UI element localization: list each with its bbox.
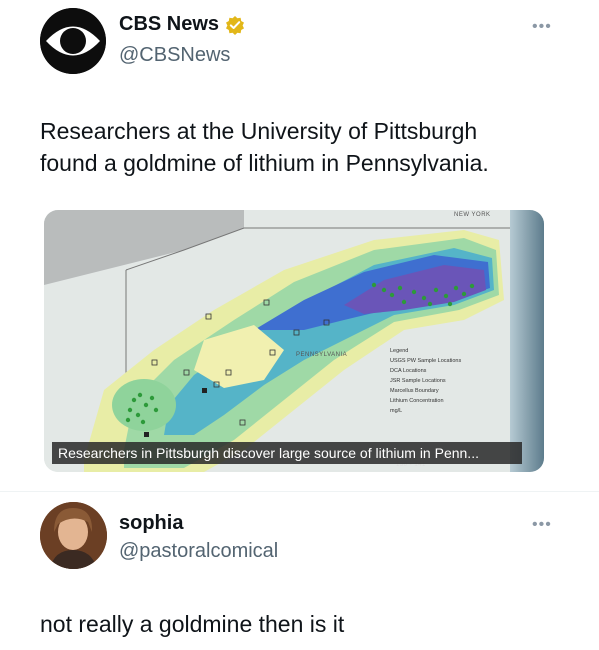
cbs-post: CBS News @CBSNews ••• Researchers at the… (0, 0, 599, 490)
cbs-display-name[interactable]: CBS News (119, 13, 245, 36)
cbs-handle[interactable]: @CBSNews (119, 44, 230, 67)
legend-scale-unit: mg/L (390, 408, 403, 414)
legend-title: Legend (390, 348, 409, 354)
more-dots-icon[interactable]: ••• (532, 18, 552, 36)
map-state-label: PENNSYLVANIA (296, 352, 348, 358)
sophia-avatar[interactable] (40, 502, 107, 569)
cbs-avatar[interactable] (40, 8, 106, 74)
cbs-post-text-line-1: Researchers at the University of Pittsbu… (40, 118, 478, 144)
sophia-post: sophia @pastoralcomical ••• not really a… (0, 492, 599, 650)
cbs-post-text: Researchers at the University of Pittsbu… (40, 115, 580, 179)
sophia-display-name[interactable]: sophia (119, 512, 183, 535)
legend-item: USGS PW Sample Locations (390, 358, 462, 364)
sophia-handle[interactable]: @pastoralcomical (119, 540, 278, 563)
legend-item: JSR Sample Locations (390, 378, 446, 384)
map-legend: Legend USGS PW Sample Locations DCA Loca… (390, 346, 494, 416)
media-caption: Researchers in Pittsburgh discover large… (52, 442, 522, 464)
cbs-name-text: CBS News (119, 13, 220, 35)
more-dots-icon[interactable]: ••• (532, 516, 552, 534)
lithium-map-image[interactable]: NEW YORK PENNSYLVANIA Legend USGS PW Sam… (44, 210, 544, 472)
legend-scale-title: Lithium Concentration (390, 398, 444, 404)
cbs-eye-logo-icon (40, 8, 106, 74)
legend-item: DCA Locations (390, 368, 427, 374)
verified-badge-icon (226, 15, 245, 35)
map-neighbor-label: NEW YORK (454, 212, 491, 218)
media-edge-strip (510, 210, 544, 472)
sophia-post-text: not really a goldmine then is it (40, 611, 345, 637)
cbs-post-text-line-2: found a goldmine of lithium in Pennsylva… (40, 150, 489, 176)
legend-item: Marcellus Boundary (390, 388, 439, 394)
user-avatar-icon (40, 502, 107, 569)
lithium-map-graphic (44, 210, 544, 472)
